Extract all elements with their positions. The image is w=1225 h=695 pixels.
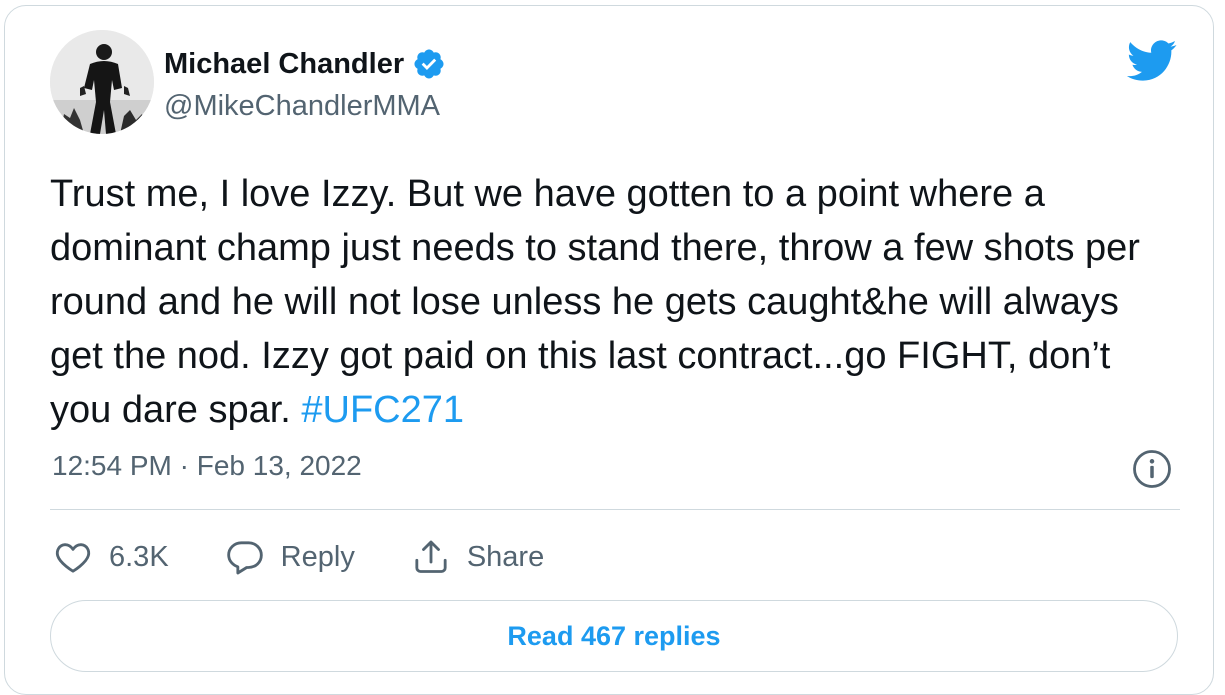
author-handle[interactable]: @MikeChandlerMMA [164, 90, 446, 123]
share-label: Share [466, 540, 545, 573]
reply-label: Reply [280, 540, 355, 573]
tweet-actions: 6.3K Reply Share [53, 532, 600, 582]
avatar-photo [50, 30, 154, 134]
author-name-row: Michael Chandler [164, 44, 446, 84]
tweet-timestamp[interactable]: 12:54 PM · Feb 13, 2022 [52, 450, 362, 482]
like-button[interactable]: 6.3K [53, 537, 169, 577]
share-icon [415, 540, 447, 573]
share-button[interactable]: Share [411, 537, 544, 577]
twitter-bird-icon[interactable] [1126, 40, 1178, 82]
hashtag-link[interactable]: #UFC271 [301, 389, 464, 431]
read-replies-button[interactable]: Read 467 replies [50, 600, 1178, 672]
verified-badge-icon [414, 49, 444, 79]
heart-icon [55, 543, 91, 573]
info-icon[interactable] [1131, 448, 1173, 490]
author-name[interactable]: Michael Chandler [164, 48, 404, 81]
tweet-text: Trust me, I love Izzy. But we have gotte… [50, 167, 1180, 437]
reply-button[interactable]: Reply [225, 537, 355, 577]
avatar[interactable] [50, 30, 154, 134]
like-count: 6.3K [109, 540, 169, 573]
tweet-body: Trust me, I love Izzy. But we have gotte… [50, 173, 1140, 431]
author-block: Michael Chandler @MikeChandlerMMA [164, 44, 446, 123]
speech-bubble-icon [226, 541, 263, 575]
divider [50, 509, 1180, 510]
